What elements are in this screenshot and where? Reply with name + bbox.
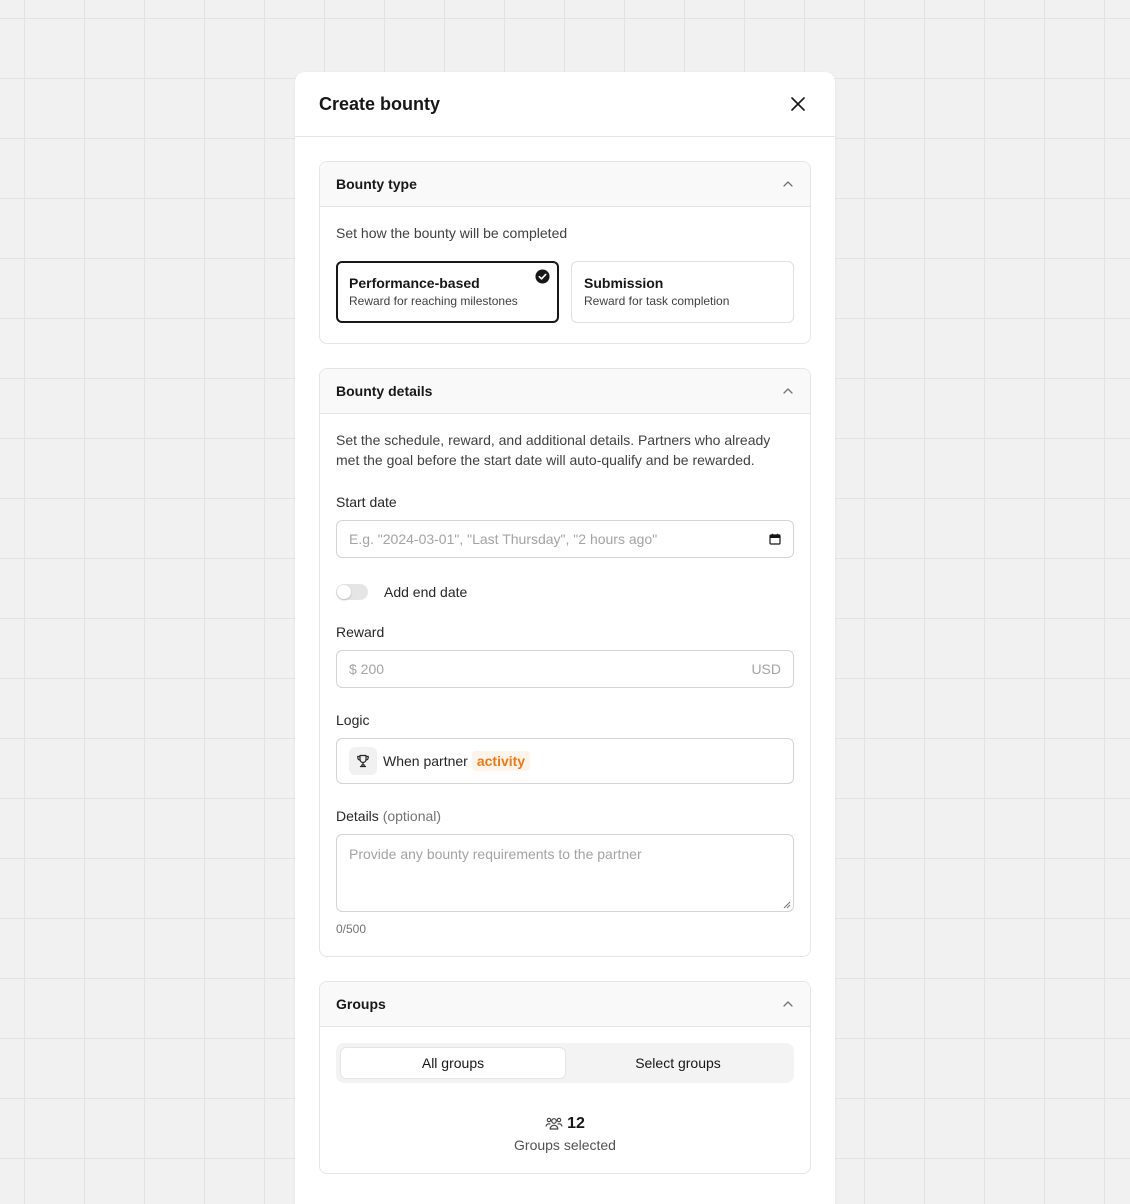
logic-text: When partner xyxy=(383,753,468,769)
bounty-details-description: Set the schedule, reward, and additional… xyxy=(336,432,771,468)
start-date-label: Start date xyxy=(336,494,397,510)
bounty-details-header[interactable]: Bounty details xyxy=(320,369,810,414)
end-date-toggle-row: Add end date xyxy=(336,584,794,600)
bounty-type-header[interactable]: Bounty type xyxy=(320,162,810,207)
reward-placeholder: $ 200 xyxy=(349,661,385,677)
type-option-performance[interactable]: Performance-based Reward for reaching mi… xyxy=(336,261,559,323)
modal-header: Create bounty xyxy=(295,72,835,137)
type-option-name: Performance-based xyxy=(349,275,480,291)
section-title: Bounty details xyxy=(336,383,433,399)
reward-input[interactable]: $ 200 USD xyxy=(336,650,794,688)
logic-group: Logic When partner activity xyxy=(336,712,794,784)
bounty-type-options: Performance-based Reward for reaching mi… xyxy=(336,261,794,323)
logic-activity-chip[interactable]: activity xyxy=(471,751,531,771)
details-group: Details (optional) Provide any bounty re… xyxy=(336,808,794,936)
end-date-toggle-label: Add end date xyxy=(384,584,468,600)
groups-header[interactable]: Groups xyxy=(320,982,810,1027)
optional-tag: (optional) xyxy=(382,808,442,824)
groups-count: 12 xyxy=(567,1115,585,1132)
start-date-placeholder: E.g. "2024-03-01", "Last Thursday", "2 h… xyxy=(349,531,658,547)
start-date-group: Start date E.g. "2024-03-01", "Last Thur… xyxy=(336,494,794,558)
details-label: Details (optional) xyxy=(336,808,794,824)
groups-count-label: Groups selected xyxy=(514,1137,616,1153)
create-bounty-modal: Create bounty Bounty type Set how the bo… xyxy=(295,72,835,1204)
tab-all-groups[interactable]: All groups xyxy=(340,1047,566,1079)
groups-section: Groups All groups Select groups 12 Group… xyxy=(319,981,811,1174)
tab-select-groups[interactable]: Select groups xyxy=(566,1047,790,1079)
bounty-details-content: Set the schedule, reward, and additional… xyxy=(320,414,810,956)
details-textarea[interactable]: Provide any bounty requirements to the p… xyxy=(336,834,794,912)
modal-body: Bounty type Set how the bounty will be c… xyxy=(295,137,835,1204)
details-placeholder: Provide any bounty requirements to the p… xyxy=(349,846,642,862)
trophy-icon-wrap xyxy=(349,747,377,775)
calendar-icon[interactable] xyxy=(769,533,781,545)
close-icon xyxy=(791,97,805,111)
groups-content: All groups Select groups 12 Groups selec… xyxy=(320,1027,810,1173)
groups-segmented-control: All groups Select groups xyxy=(336,1043,794,1083)
start-date-input[interactable]: E.g. "2024-03-01", "Last Thursday", "2 h… xyxy=(336,520,794,558)
details-label-text: Details xyxy=(336,808,379,824)
reward-label: Reward xyxy=(336,624,385,640)
bounty-details-section: Bounty details Set the schedule, reward,… xyxy=(319,368,811,957)
groups-summary: 12 Groups selected xyxy=(336,1115,794,1153)
type-option-name: Submission xyxy=(584,275,664,291)
end-date-toggle[interactable] xyxy=(336,584,368,600)
check-circle-icon xyxy=(535,269,550,284)
chevron-up-icon xyxy=(783,181,793,187)
type-option-description: Reward for task completion xyxy=(584,294,730,308)
type-option-description: Reward for reaching milestones xyxy=(349,294,518,308)
toggle-knob xyxy=(337,585,351,599)
details-counter: 0/500 xyxy=(336,922,367,936)
logic-builder[interactable]: When partner activity xyxy=(336,738,794,784)
bounty-type-content: Set how the bounty will be completed Per… xyxy=(320,207,810,343)
groups-count-row: 12 xyxy=(336,1115,794,1133)
close-button[interactable] xyxy=(785,91,811,117)
type-option-submission[interactable]: Submission Reward for task completion xyxy=(571,261,794,323)
chevron-up-icon xyxy=(783,388,793,394)
currency-label: USD xyxy=(751,661,781,677)
section-title: Bounty type xyxy=(336,176,417,192)
users-icon xyxy=(545,1117,563,1130)
resize-grip-icon[interactable] xyxy=(783,901,791,909)
chevron-up-icon xyxy=(783,1001,793,1007)
bounty-type-section: Bounty type Set how the bounty will be c… xyxy=(319,161,811,344)
logic-label: Logic xyxy=(336,712,370,728)
reward-group: Reward $ 200 USD xyxy=(336,624,794,688)
trophy-icon xyxy=(357,754,369,768)
section-title: Groups xyxy=(336,996,386,1012)
bounty-type-description: Set how the bounty will be completed xyxy=(336,225,568,241)
modal-title: Create bounty xyxy=(319,93,441,114)
